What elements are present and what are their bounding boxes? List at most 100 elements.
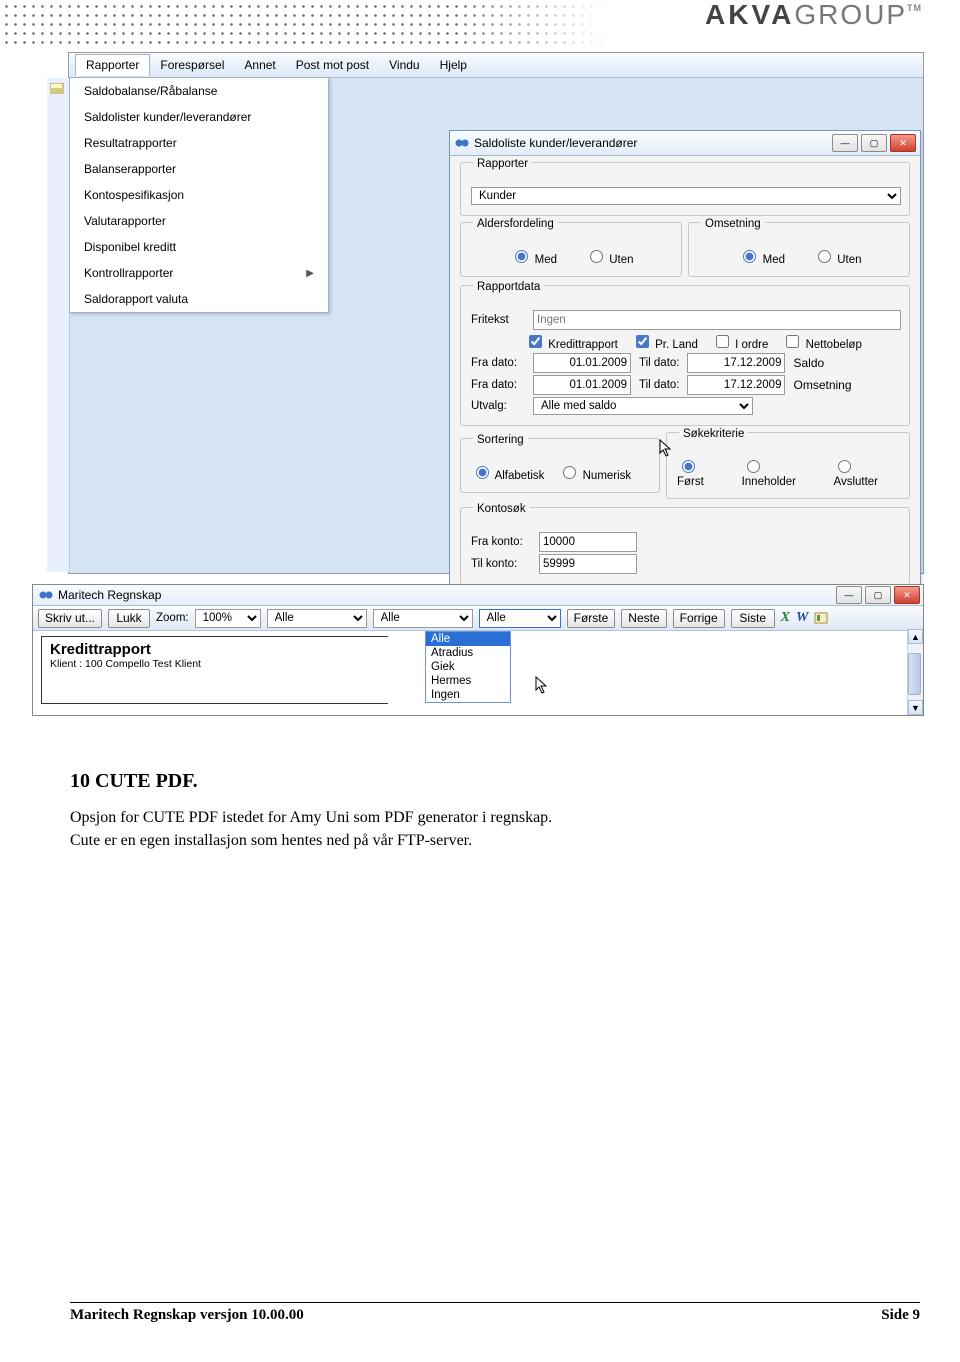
cursor-icon — [659, 439, 675, 457]
sok-group-label: Søkekriterie — [679, 428, 748, 440]
combo2[interactable]: Alle — [373, 609, 473, 628]
combo3-dropdown: Alle Atradius Giek Hermes Ingen — [425, 631, 511, 703]
klient-line: Klient : 100 Compello Test Klient — [50, 658, 380, 670]
maximize-button[interactable]: ▢ — [861, 134, 887, 152]
chk-land[interactable]: Pr. Land — [632, 332, 698, 351]
til1-label: Til dato: — [639, 357, 679, 369]
tilkonto-input[interactable] — [539, 554, 637, 574]
dd2-alle[interactable]: Alle — [426, 632, 510, 646]
chk-kreditt[interactable]: Kredittrapport — [525, 332, 618, 351]
combo1[interactable]: Alle — [267, 609, 367, 628]
rapporter-dropdown: Saldobalanse/Råbalanse Saldolister kunde… — [69, 77, 329, 313]
fritekst-input[interactable] — [533, 310, 901, 330]
dd-valuta[interactable]: Valutarapporter — [70, 208, 328, 234]
sok-forst[interactable]: Først — [677, 457, 728, 488]
excel-icon[interactable]: X — [781, 610, 790, 626]
dd2-atradius[interactable]: Atradius — [426, 646, 510, 660]
dd-kontroll[interactable]: Kontrollrapporter▶ — [70, 260, 328, 286]
combo3[interactable]: Alle — [479, 609, 561, 628]
skrivut-button[interactable]: Skriv ut... — [38, 609, 102, 628]
oms-uten[interactable]: Uten — [813, 247, 862, 266]
dd2-giek[interactable]: Giek — [426, 660, 510, 674]
chk-netto[interactable]: Nettobeløp — [782, 332, 861, 351]
alder-uten[interactable]: Uten — [585, 247, 634, 266]
close-button[interactable]: ✕ — [890, 134, 916, 152]
rapportdata-group-label: Rapportdata — [473, 281, 544, 293]
sort-alfa[interactable]: Alfabetisk — [471, 463, 544, 482]
tilkonto-label: Til konto: — [471, 558, 531, 570]
oms-med[interactable]: Med — [738, 247, 785, 266]
alder-med[interactable]: Med — [510, 247, 557, 266]
oms-group-label: Omsetning — [701, 218, 765, 230]
menu-post-mot-post[interactable]: Post mot post — [286, 55, 379, 75]
side-toolbar — [47, 78, 70, 572]
utvalg-label: Utvalg: — [471, 400, 525, 412]
chevron-right-icon: ▶ — [306, 268, 314, 279]
tool-icon[interactable] — [814, 611, 830, 625]
menu-annet[interactable]: Annet — [234, 55, 285, 75]
footer-left: Maritech Regnskap versjon 10.00.00 — [70, 1306, 304, 1324]
row1-trailer: Saldo — [793, 356, 824, 370]
fra1-input[interactable] — [533, 353, 631, 373]
forste-button[interactable]: Første — [567, 609, 616, 628]
body-paragraph: Opsjon for CUTE PDF istedet for Amy Uni … — [70, 806, 850, 852]
s2-lukk-button[interactable]: Lukk — [108, 609, 150, 628]
report-page: Kredittrapport Klient : 100 Compello Tes… — [41, 636, 388, 704]
akva-logo: AKVA GROUP TM — [705, 0, 922, 31]
dd-disponibel[interactable]: Disponibel kreditt — [70, 234, 328, 260]
frakonto-input[interactable] — [539, 532, 637, 552]
chk-ordre[interactable]: I ordre — [712, 332, 768, 351]
window-icon — [455, 136, 469, 150]
til2-input[interactable] — [687, 375, 785, 395]
s2-minimize-button[interactable]: — — [836, 586, 862, 604]
s2-toolbar: Skriv ut... Lukk Zoom: 100% Alle Alle Al… — [33, 606, 923, 631]
sok-av[interactable]: Avslutter — [833, 457, 901, 488]
neste-button[interactable]: Neste — [621, 609, 666, 628]
rapporter-group-label: Rapporter — [473, 158, 532, 170]
scroll-thumb[interactable] — [908, 653, 921, 695]
dd-saldolister[interactable]: Saldolister kunder/leverandører — [70, 104, 328, 130]
dialog-title: Saldoliste kunder/leverandører — [474, 136, 637, 150]
window-icon — [39, 588, 53, 602]
menu-rapporter[interactable]: Rapporter — [75, 54, 150, 76]
forrige-button[interactable]: Forrige — [673, 609, 725, 628]
zoom-select[interactable]: 100% — [195, 609, 261, 628]
s2-close-button[interactable]: ✕ — [894, 586, 920, 604]
rapporter-select[interactable]: Kunder — [471, 187, 901, 205]
kontosok-group-label: Kontosøk — [473, 503, 530, 515]
page-footer: Maritech Regnskap versjon 10.00.00 Side … — [70, 1302, 920, 1324]
dd-resultat[interactable]: Resultatrapporter — [70, 130, 328, 156]
zoom-label: Zoom: — [156, 612, 189, 624]
menu-hjelp[interactable]: Hjelp — [430, 55, 477, 75]
siste-button[interactable]: Siste — [731, 609, 775, 628]
til1-input[interactable] — [687, 353, 785, 373]
menu-foresporsel[interactable]: Forespørsel — [150, 55, 234, 75]
word-icon[interactable]: W — [796, 610, 808, 626]
logo-tm: TM — [907, 4, 922, 14]
fra1-label: Fra dato: — [471, 357, 525, 369]
dd2-hermes[interactable]: Hermes — [426, 674, 510, 688]
menu-vindu[interactable]: Vindu — [379, 55, 429, 75]
dd-kontospec[interactable]: Kontospesifikasjon — [70, 182, 328, 208]
fritekst-label: Fritekst — [471, 314, 525, 326]
minimize-button[interactable]: — — [832, 134, 858, 152]
til2-label: Til dato: — [639, 379, 679, 391]
utvalg-select[interactable]: Alle med saldo — [533, 397, 753, 415]
logo-akva: AKVA — [705, 0, 794, 31]
footer-right: Side 9 — [881, 1306, 920, 1324]
client-area: Saldobalanse/Råbalanse Saldolister kunde… — [69, 78, 923, 572]
toolbar-icon[interactable] — [50, 83, 64, 95]
s2-maximize-button[interactable]: ▢ — [865, 586, 891, 604]
scroll-up-icon[interactable]: ▲ — [908, 629, 923, 644]
scroll-down-icon[interactable]: ▼ — [908, 700, 923, 715]
dd-saldo-valuta[interactable]: Saldorapport valuta — [70, 286, 328, 312]
sok-inne[interactable]: Inneholder — [742, 457, 820, 488]
sort-group-label: Sortering — [473, 434, 528, 446]
dd-balanse[interactable]: Balanserapporter — [70, 156, 328, 182]
frakonto-label: Fra konto: — [471, 536, 531, 548]
dd2-ingen[interactable]: Ingen — [426, 688, 510, 702]
sort-num[interactable]: Numerisk — [558, 463, 631, 482]
row2-trailer: Omsetning — [793, 378, 851, 392]
dd-saldobalanse[interactable]: Saldobalanse/Råbalanse — [70, 78, 328, 104]
fra2-input[interactable] — [533, 375, 631, 395]
